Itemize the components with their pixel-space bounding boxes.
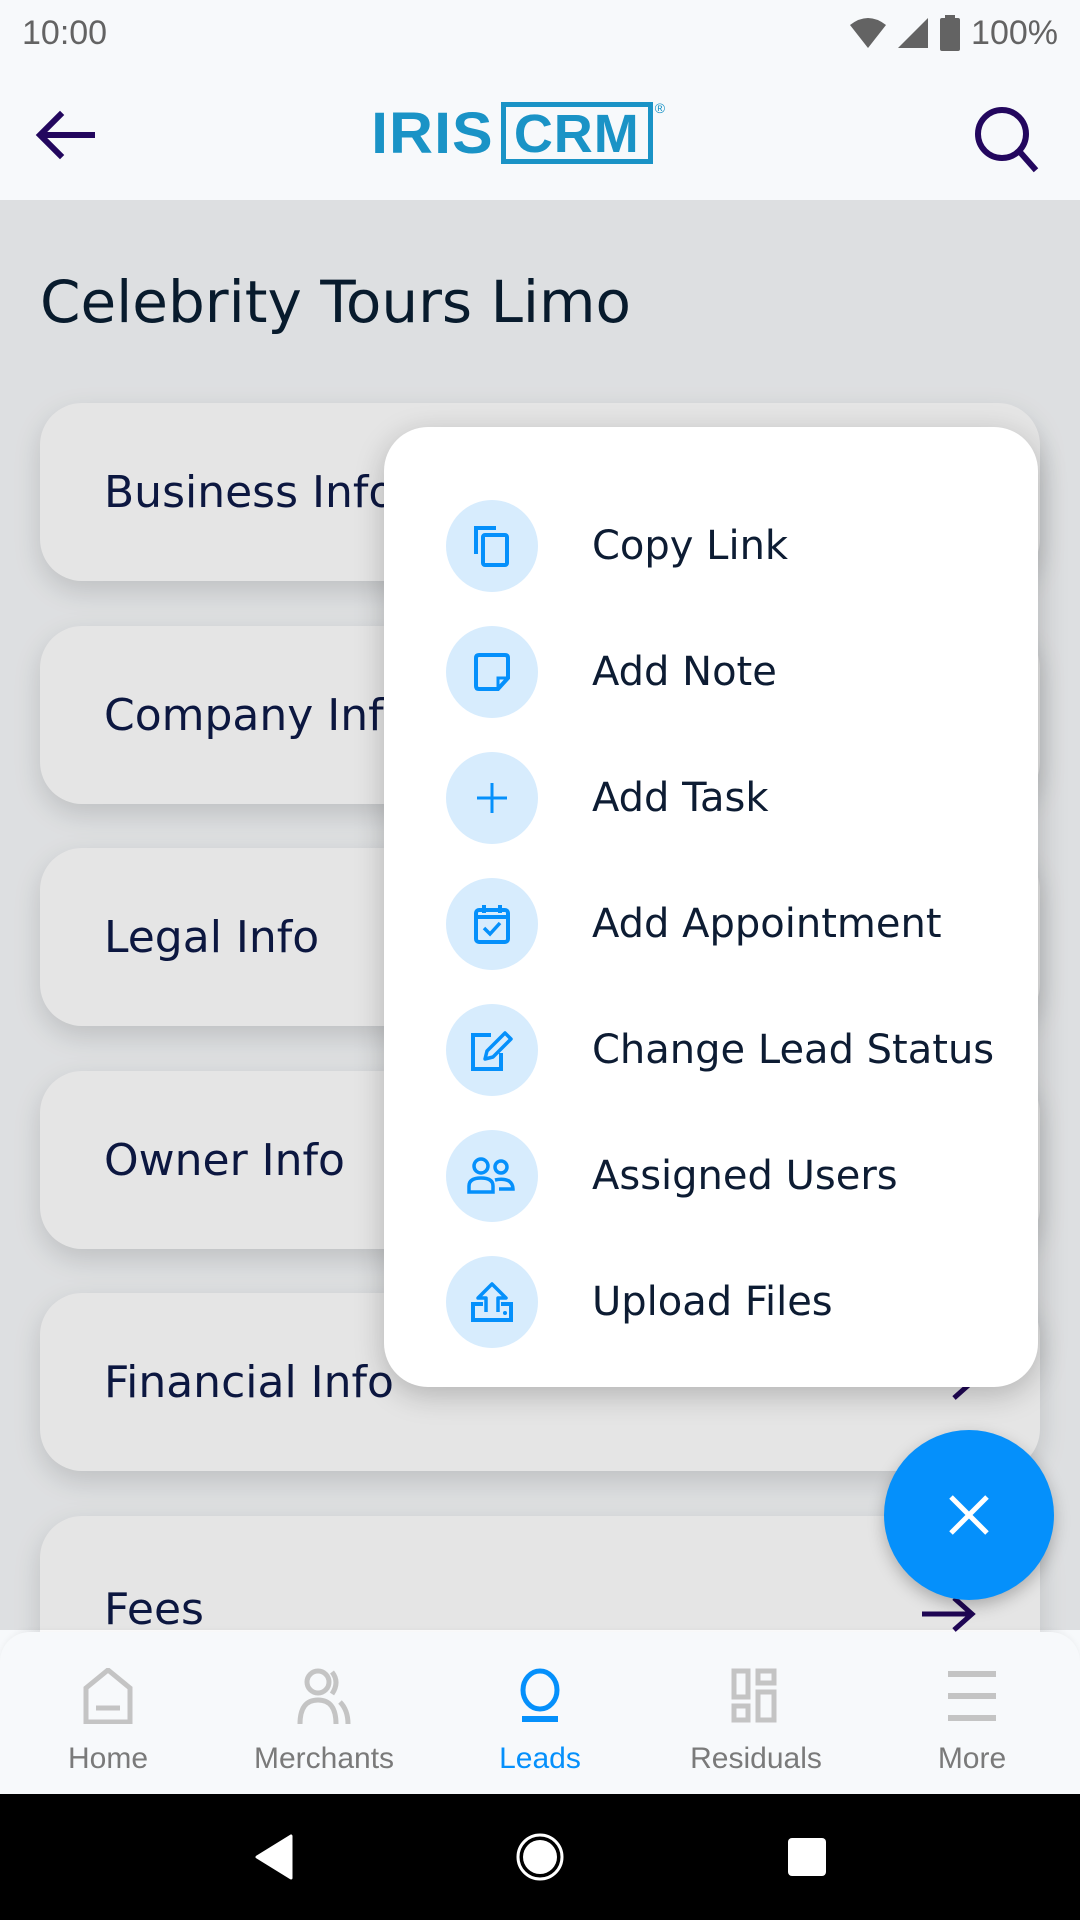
status-bar: 10:00 100% [0,0,1080,66]
logo-crm-text: CRM [500,102,653,164]
nav-label: Merchants [253,1742,395,1775]
square-recents-icon [787,1838,826,1876]
close-icon [949,1495,989,1535]
nav-label: Home [67,1742,149,1775]
home-icon [83,1668,133,1724]
back-button[interactable] [30,100,100,170]
logo-registered-mark: ® [654,100,666,116]
system-recents-button[interactable] [777,1827,837,1887]
card-label: Financial Info [104,1356,394,1408]
system-nav-bar [0,1794,1080,1920]
menu-item-copy-link[interactable]: Copy Link [384,483,1038,609]
card-label: Owner Info [104,1134,345,1186]
leads-icon [520,1668,560,1722]
menu-item-add-task[interactable]: Add Task [384,735,1038,861]
edit-icon [446,1004,538,1096]
menu-label: Add Task [592,775,769,821]
nav-label: More [937,1742,1007,1775]
close-fab-button[interactable] [884,1430,1054,1600]
battery-percent: 100% [971,13,1058,52]
cell-signal-icon [898,18,929,48]
card-label: Company Info [104,689,411,741]
wifi-icon [850,18,887,48]
residuals-icon [731,1668,777,1723]
nav-item-merchants[interactable]: Merchants [216,1632,432,1794]
users-icon [446,1130,538,1222]
copy-icon [446,500,538,592]
menu-label: Add Note [592,649,777,695]
card-label: Fees [104,1584,204,1635]
menu-item-add-note[interactable]: Add Note [384,609,1038,735]
circle-home-icon [516,1833,564,1881]
nav-item-residuals[interactable]: Residuals [648,1632,864,1794]
menu-label: Copy Link [592,523,789,569]
status-time: 10:00 [22,13,108,52]
calendar-check-icon [446,878,538,970]
bottom-nav: Home Merchants Leads Residuals More [0,1632,1080,1794]
status-icons: 100% [849,14,1058,53]
iris-crm-logo: IRIS CRM ® [371,100,666,166]
nav-item-more[interactable]: More [864,1632,1080,1794]
menu-label: Change Lead Status [592,1027,995,1073]
search-button[interactable] [968,100,1048,180]
merchants-icon [297,1668,351,1724]
nav-item-leads[interactable]: Leads [432,1632,648,1794]
menu-item-change-lead-status[interactable]: Change Lead Status [384,987,1038,1113]
menu-label: Assigned Users [592,1153,898,1199]
arrow-right-icon [922,1596,976,1632]
menu-item-upload-files[interactable]: Upload Files [384,1239,1038,1365]
battery-icon [940,15,961,51]
system-home-button[interactable] [510,1827,570,1887]
app-bar: IRIS CRM ® [0,70,1080,200]
menu-label: Add Appointment [592,901,942,947]
action-menu: Copy Link Add Note Add Task Add Appointm… [384,427,1038,1387]
nav-item-home[interactable]: Home [0,1632,216,1794]
system-back-button[interactable] [243,1827,303,1887]
plus-icon [446,752,538,844]
page-title: Celebrity Tours Limo [40,268,631,336]
menu-item-assigned-users[interactable]: Assigned Users [384,1113,1038,1239]
upload-icon [446,1256,538,1348]
triangle-back-icon [255,1834,293,1880]
menu-item-add-appointment[interactable]: Add Appointment [384,861,1038,987]
nav-label: Leads [499,1742,581,1775]
menu-icon [948,1671,996,1721]
arrow-left-icon [35,110,95,160]
search-icon [975,107,1039,173]
note-icon [446,626,538,718]
card-label: Legal Info [104,911,320,963]
menu-label: Upload Files [592,1279,833,1325]
card-label: Business Info [104,466,396,518]
logo-iris-text: IRIS [371,100,494,166]
nav-label: Residuals [690,1742,822,1775]
